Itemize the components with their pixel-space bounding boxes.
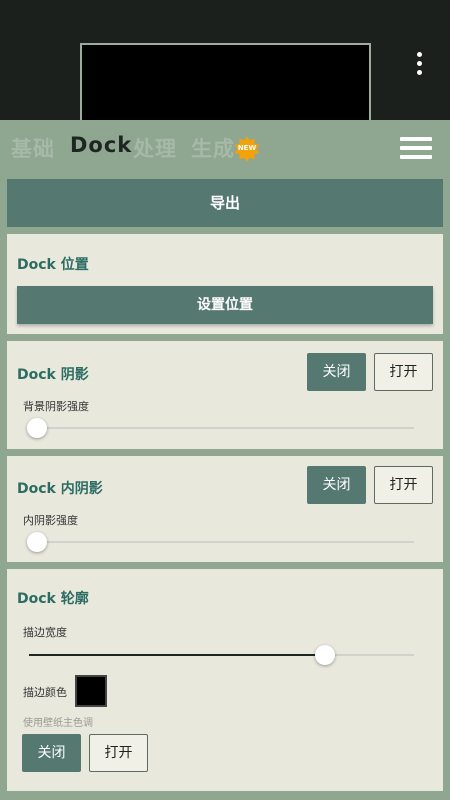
wallpaper-color-hint: 使用壁纸主色调 [23,718,93,729]
dock-outline-title: Dock 轮廓 [17,591,89,607]
slider-thumb[interactable] [27,418,47,438]
dock-preview [80,43,371,123]
settings-panel: 基础 Dock 处理 生成 NEW 导出 Dock 位置 设置位置 Dock 阴… [0,120,450,800]
outline-off-button[interactable]: 关闭 [22,734,81,772]
tab-process[interactable]: 处理 [133,133,177,163]
preview-area [0,0,450,123]
dock-outline-card: Dock 轮廓 描边宽度 描边颜色 使用壁纸主色调 关闭 打开 [7,569,443,791]
shadow-strength-slider[interactable] [27,418,414,438]
shadow-strength-label: 背景阴影强度 [23,400,89,413]
new-badge-text: NEW [237,144,257,152]
outline-color-swatch[interactable] [75,675,107,707]
inner-shadow-on-button[interactable]: 打开 [374,466,433,504]
tab-basic[interactable]: 基础 [11,133,55,163]
tab-bar: 基础 Dock 处理 生成 NEW [0,120,450,176]
outline-width-slider[interactable] [29,645,414,665]
dock-inner-shadow-title: Dock 内阴影 [17,481,103,497]
outline-color-label: 描边颜色 [23,686,67,699]
dock-inner-shadow-card: Dock 内阴影 关闭 打开 内阴影强度 [7,456,443,562]
set-position-button[interactable]: 设置位置 [17,286,433,324]
shadow-on-button[interactable]: 打开 [374,353,433,391]
inner-shadow-strength-slider[interactable] [27,532,414,552]
dock-position-card: Dock 位置 设置位置 [7,234,443,334]
outline-width-label: 描边宽度 [23,626,67,639]
new-badge: NEW [234,136,260,162]
inner-shadow-off-button[interactable]: 关闭 [307,466,366,504]
slider-fill [29,654,326,656]
shadow-off-button[interactable]: 关闭 [307,353,366,391]
dock-position-title: Dock 位置 [17,257,89,273]
slider-thumb[interactable] [27,532,47,552]
tab-dock[interactable]: Dock [70,133,132,157]
inner-shadow-strength-label: 内阴影强度 [23,514,78,527]
more-options-icon[interactable] [410,50,430,76]
outline-on-button[interactable]: 打开 [89,734,148,772]
dock-shadow-title: Dock 阴影 [17,367,89,383]
dock-shadow-card: Dock 阴影 关闭 打开 背景阴影强度 [7,341,443,449]
tab-generate[interactable]: 生成 [191,133,235,163]
slider-thumb[interactable] [315,645,336,665]
menu-icon[interactable] [400,137,432,159]
export-button[interactable]: 导出 [7,179,443,227]
